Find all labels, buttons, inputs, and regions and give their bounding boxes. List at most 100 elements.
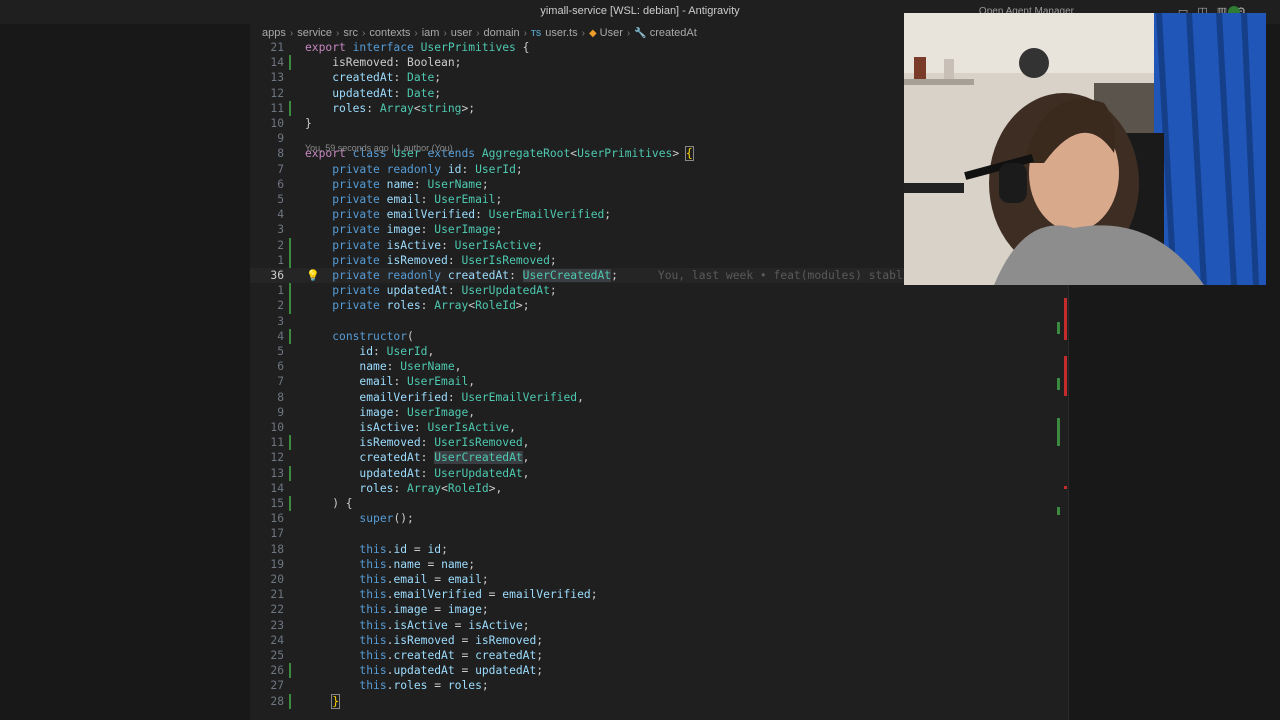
- line-number[interactable]: 21: [250, 587, 284, 602]
- git-change-marker[interactable]: [289, 298, 291, 314]
- git-change-marker[interactable]: [289, 693, 291, 709]
- code-line[interactable]: 6 name: UserName,: [250, 359, 1068, 374]
- line-number[interactable]: 12: [250, 86, 284, 101]
- code-content[interactable]: constructor(: [305, 329, 414, 344]
- code-content[interactable]: private readonly id: UserId;: [305, 162, 522, 177]
- line-number[interactable]: 5: [250, 344, 284, 359]
- line-number[interactable]: 10: [250, 420, 284, 435]
- code-line[interactable]: 26 this.updatedAt = updatedAt;: [250, 663, 1068, 679]
- code-content[interactable]: updatedAt: UserUpdatedAt,: [305, 466, 529, 481]
- code-content[interactable]: this.isActive = isActive;: [305, 618, 529, 633]
- code-content[interactable]: ) {: [305, 496, 352, 511]
- line-number[interactable]: 2: [250, 298, 284, 313]
- code-content[interactable]: export interface UserPrimitives {: [305, 40, 529, 55]
- code-line[interactable]: 10 isActive: UserIsActive,: [250, 420, 1068, 435]
- code-line[interactable]: 22 this.image = image;: [250, 602, 1068, 617]
- line-number[interactable]: 25: [250, 648, 284, 663]
- code-line[interactable]: 21 this.emailVerified = emailVerified;: [250, 587, 1068, 602]
- breadcrumb-class[interactable]: User: [600, 27, 623, 39]
- line-number[interactable]: 11: [250, 101, 284, 116]
- code-content[interactable]: this.updatedAt = updatedAt;: [305, 663, 543, 678]
- code-line[interactable]: 24 this.isRemoved = isRemoved;: [250, 633, 1068, 648]
- code-content[interactable]: private image: UserImage;: [305, 222, 502, 237]
- line-number[interactable]: 1: [250, 283, 284, 298]
- code-content[interactable]: this.createdAt = createdAt;: [305, 648, 543, 663]
- code-content[interactable]: }: [305, 693, 341, 709]
- codelens-author-info[interactable]: You, 59 seconds ago | 1 author (You): [305, 143, 453, 153]
- code-line[interactable]: 13 updatedAt: UserUpdatedAt,: [250, 465, 1068, 481]
- code-line[interactable]: 15 ) {: [250, 496, 1068, 512]
- code-line[interactable]: 28 }: [250, 693, 1068, 709]
- code-line[interactable]: 19 this.name = name;: [250, 557, 1068, 572]
- line-number[interactable]: 7: [250, 162, 284, 177]
- breadcrumb-item[interactable]: apps: [262, 27, 286, 39]
- line-number[interactable]: 9: [250, 131, 284, 146]
- breadcrumb-property[interactable]: createdAt: [650, 27, 697, 39]
- code-content[interactable]: private name: UserName;: [305, 177, 488, 192]
- code-content[interactable]: }: [305, 116, 312, 131]
- code-line[interactable]: 7 email: UserEmail,: [250, 374, 1068, 389]
- line-number[interactable]: 10: [250, 116, 284, 131]
- line-number[interactable]: 19: [250, 557, 284, 572]
- code-content[interactable]: this.name = name;: [305, 557, 475, 572]
- line-number[interactable]: 9: [250, 405, 284, 420]
- git-change-marker[interactable]: [289, 435, 291, 451]
- line-number[interactable]: 4: [250, 329, 284, 344]
- code-line[interactable]: 14 roles: Array<RoleId>,: [250, 481, 1068, 496]
- line-number[interactable]: 23: [250, 618, 284, 633]
- git-change-marker[interactable]: [289, 663, 291, 679]
- breadcrumb-item[interactable]: iam: [422, 27, 440, 39]
- breadcrumb-item[interactable]: domain: [484, 27, 520, 39]
- line-number[interactable]: 2: [250, 238, 284, 253]
- line-number[interactable]: 12: [250, 450, 284, 465]
- line-number[interactable]: 27: [250, 678, 284, 693]
- code-content[interactable]: updatedAt: Date;: [305, 86, 441, 101]
- line-number[interactable]: 24: [250, 633, 284, 648]
- line-number[interactable]: 4: [250, 207, 284, 222]
- code-content[interactable]: name: UserName,: [305, 359, 461, 374]
- code-content[interactable]: super();: [305, 511, 413, 526]
- line-number[interactable]: 3: [250, 314, 284, 329]
- code-line[interactable]: 1 private updatedAt: UserUpdatedAt;: [250, 283, 1068, 299]
- code-line[interactable]: 11 isRemoved: UserIsRemoved,: [250, 435, 1068, 451]
- code-content[interactable]: isActive: UserIsActive,: [305, 420, 515, 435]
- code-content[interactable]: id: UserId,: [305, 344, 434, 359]
- code-line[interactable]: 3: [250, 314, 1068, 329]
- line-number[interactable]: 36: [250, 268, 284, 283]
- code-line[interactable]: 4 constructor(: [250, 328, 1068, 344]
- code-content[interactable]: private readonly createdAt: UserCreatedA…: [305, 268, 944, 283]
- code-content[interactable]: emailVerified: UserEmailVerified,: [305, 390, 583, 405]
- git-change-marker[interactable]: [289, 328, 291, 344]
- line-number[interactable]: 26: [250, 663, 284, 678]
- breadcrumb-item[interactable]: user: [451, 27, 472, 39]
- line-number[interactable]: 5: [250, 192, 284, 207]
- line-number[interactable]: 6: [250, 359, 284, 374]
- line-number[interactable]: 13: [250, 70, 284, 85]
- line-number[interactable]: 8: [250, 146, 284, 161]
- line-number[interactable]: 15: [250, 496, 284, 511]
- breadcrumb-item[interactable]: src: [343, 27, 358, 39]
- code-content[interactable]: this.image = image;: [305, 602, 488, 617]
- line-number[interactable]: 14: [250, 55, 284, 70]
- code-line[interactable]: 5 id: UserId,: [250, 344, 1068, 359]
- line-number[interactable]: 17: [250, 526, 284, 541]
- code-content[interactable]: this.id = id;: [305, 542, 447, 557]
- breadcrumb-item[interactable]: contexts: [369, 27, 410, 39]
- line-number[interactable]: 28: [250, 694, 284, 709]
- line-number[interactable]: 7: [250, 374, 284, 389]
- code-line[interactable]: 18 this.id = id;: [250, 542, 1068, 557]
- code-content[interactable]: this.isRemoved = isRemoved;: [305, 633, 543, 648]
- code-content[interactable]: createdAt: Date;: [305, 70, 441, 85]
- code-line[interactable]: 17: [250, 526, 1068, 541]
- code-content[interactable]: this.emailVerified = emailVerified;: [305, 587, 597, 602]
- code-line[interactable]: 2 private roles: Array<RoleId>;: [250, 298, 1068, 314]
- code-content[interactable]: createdAt: UserCreatedAt,: [305, 450, 529, 465]
- code-content[interactable]: private isRemoved: UserIsRemoved;: [305, 253, 556, 268]
- code-content[interactable]: private isActive: UserIsActive;: [305, 238, 543, 253]
- line-number[interactable]: 20: [250, 572, 284, 587]
- line-number[interactable]: 16: [250, 511, 284, 526]
- git-change-marker[interactable]: [289, 496, 291, 512]
- line-number[interactable]: 14: [250, 481, 284, 496]
- line-number[interactable]: 18: [250, 542, 284, 557]
- git-change-marker[interactable]: [289, 100, 291, 116]
